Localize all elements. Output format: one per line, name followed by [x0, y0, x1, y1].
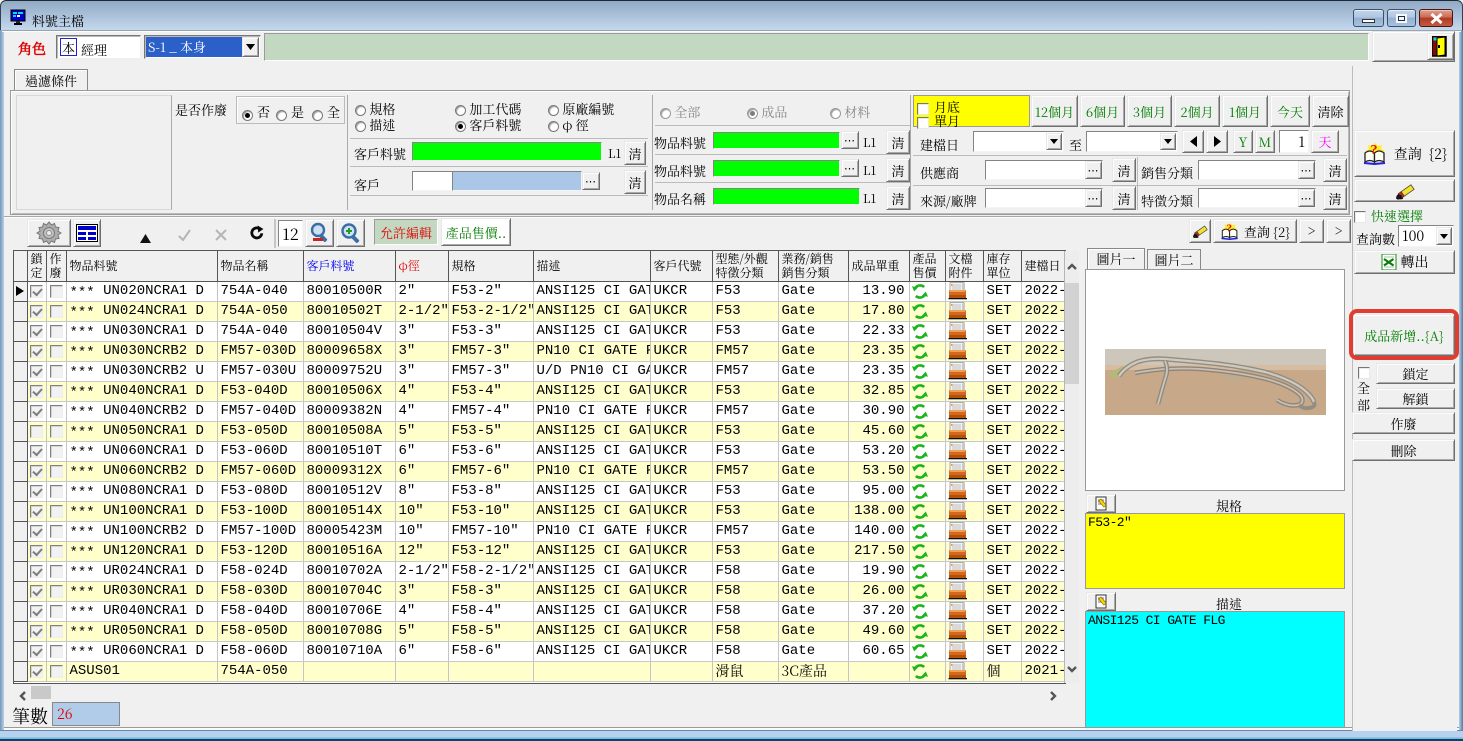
svg-text:?: ?	[1226, 223, 1232, 235]
svg-text:?: ?	[1370, 143, 1377, 158]
